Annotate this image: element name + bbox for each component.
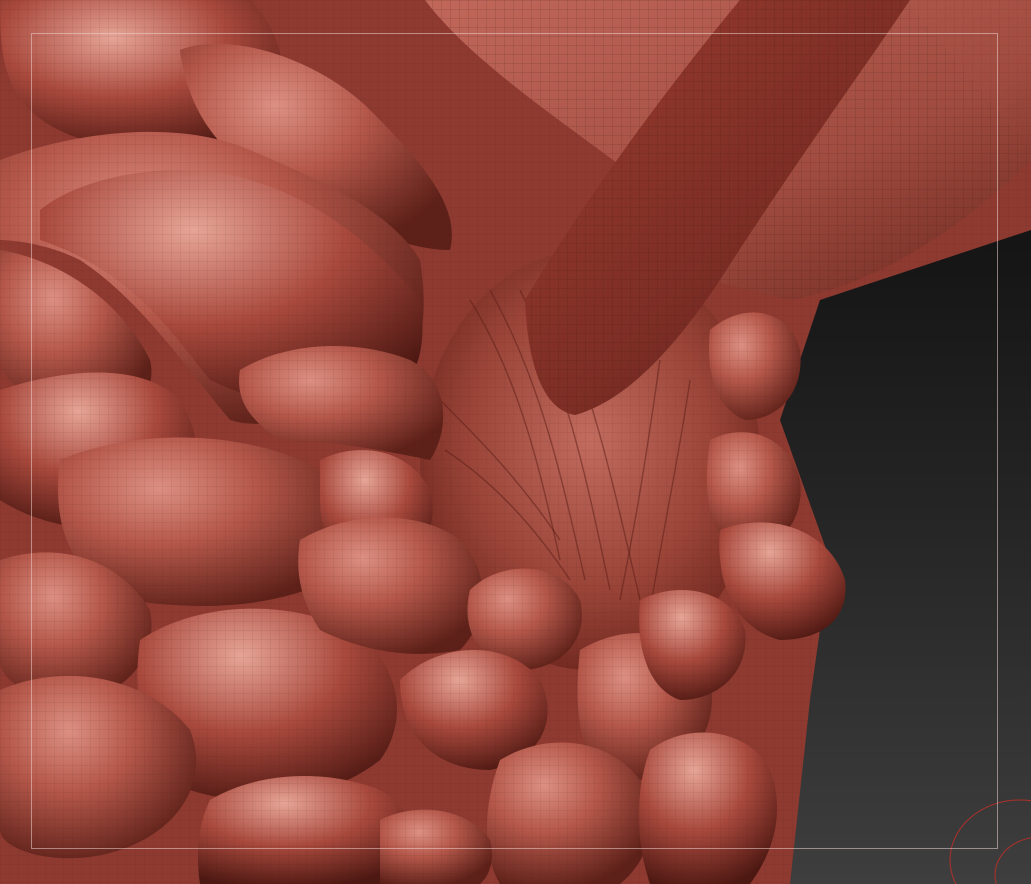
zbrush-3d-viewport[interactable] [0,0,1031,884]
sculpt-render[interactable] [0,0,1031,884]
rotation-gizmo-icon[interactable] [949,799,1031,884]
